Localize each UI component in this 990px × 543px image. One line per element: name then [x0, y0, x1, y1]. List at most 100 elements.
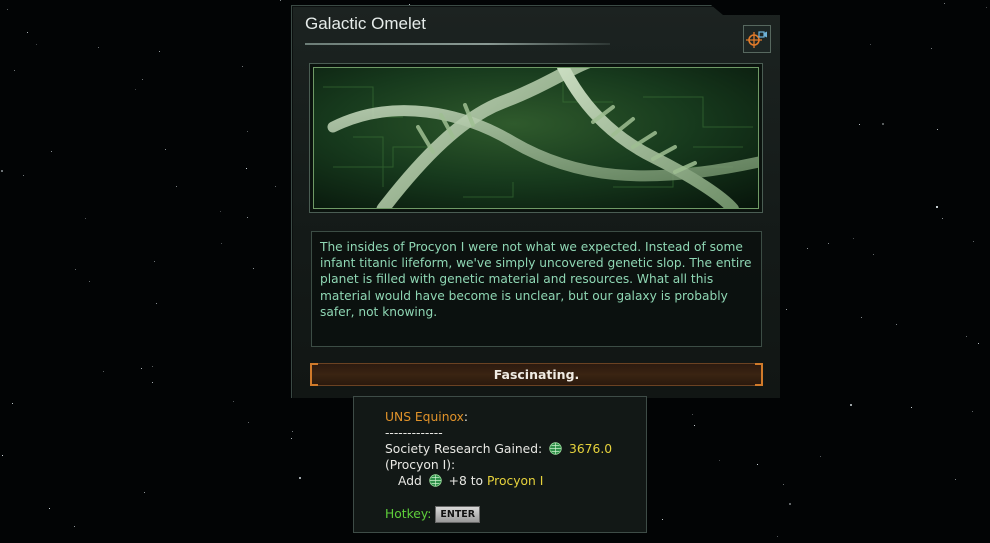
- star: [27, 32, 28, 33]
- dna-helix-picture: [313, 67, 759, 209]
- star: [98, 47, 99, 48]
- star: [757, 464, 758, 465]
- research-label: Society Research Gained:: [385, 442, 543, 456]
- star: [807, 248, 808, 249]
- star: [850, 404, 852, 406]
- camera-target-button[interactable]: [743, 25, 771, 53]
- star: [144, 492, 145, 493]
- star: [51, 151, 52, 152]
- star: [36, 44, 37, 45]
- star: [299, 477, 301, 479]
- star: [152, 366, 153, 367]
- star: [292, 431, 293, 432]
- star: [176, 186, 177, 187]
- star: [972, 411, 973, 412]
- event-title: Galactic Omelet: [305, 14, 426, 33]
- star: [242, 66, 243, 67]
- star: [159, 51, 160, 52]
- star: [247, 217, 248, 218]
- tooltip-add-line: Add +8 to Procyon I: [398, 474, 543, 488]
- star: [973, 241, 974, 242]
- star: [233, 401, 234, 402]
- society-research-icon: [549, 442, 562, 455]
- star: [978, 343, 979, 344]
- star: [936, 206, 938, 208]
- star: [103, 371, 104, 372]
- star: [911, 407, 912, 408]
- star: [220, 211, 221, 212]
- option-label: Fascinating.: [493, 367, 580, 382]
- star: [89, 281, 90, 282]
- star: [253, 268, 254, 269]
- star: [692, 414, 693, 415]
- tooltip-hotkey-line: Hotkey: ENTER: [385, 506, 481, 523]
- star: [662, 519, 663, 520]
- star: [966, 336, 967, 337]
- event-description-box: The insides of Procyon I were not what w…: [311, 231, 762, 347]
- star: [14, 70, 15, 71]
- star: [828, 243, 829, 244]
- star: [942, 218, 943, 219]
- star: [221, 243, 222, 244]
- star: [937, 129, 938, 130]
- tooltip-planet-ref: (Procyon I):: [385, 458, 456, 472]
- ship-colon: :: [463, 410, 469, 424]
- event-description: The insides of Procyon I were not what w…: [320, 240, 752, 319]
- star: [896, 324, 897, 325]
- star: [7, 9, 8, 10]
- hotkey-key: ENTER: [435, 506, 481, 523]
- star: [861, 317, 862, 318]
- add-label: Add: [398, 474, 422, 488]
- star: [280, 0, 281, 1]
- star: [986, 7, 987, 8]
- fascinating-option-button[interactable]: Fascinating.: [310, 363, 763, 386]
- event-window: Galactic Omelet The insides of Procyon I…: [291, 5, 780, 398]
- star: [409, 4, 410, 5]
- star: [248, 422, 249, 423]
- star: [777, 536, 778, 537]
- star: [1, 170, 3, 172]
- star: [75, 269, 76, 270]
- star: [156, 303, 157, 304]
- star: [820, 456, 821, 457]
- star: [719, 460, 720, 461]
- star: [882, 123, 884, 125]
- star: [870, 44, 871, 45]
- star: [12, 403, 13, 404]
- star: [786, 309, 787, 310]
- society-research-icon: [429, 474, 442, 487]
- star: [275, 186, 276, 187]
- event-picture-frame: [309, 63, 763, 213]
- star: [141, 368, 142, 369]
- star: [873, 254, 874, 255]
- star: [152, 382, 153, 383]
- star: [789, 503, 791, 505]
- add-value: +8 to: [448, 474, 484, 488]
- hotkey-label: Hotkey:: [385, 507, 432, 521]
- star: [859, 124, 860, 125]
- title-bar: Galactic Omelet: [305, 14, 610, 45]
- camera-target-icon: [746, 31, 767, 48]
- research-value: 3676.0: [569, 442, 613, 456]
- ship-name: UNS Equinox: [385, 410, 464, 424]
- title-underline: [305, 43, 610, 45]
- star: [49, 508, 50, 509]
- star: [85, 218, 86, 219]
- star: [955, 479, 956, 480]
- add-target: Procyon I: [486, 474, 544, 488]
- star: [291, 438, 292, 439]
- star: [247, 131, 248, 132]
- star: [783, 484, 784, 485]
- star: [23, 175, 24, 176]
- star: [154, 261, 155, 262]
- tooltip-separator: -------------: [385, 426, 443, 440]
- star: [74, 526, 75, 527]
- star: [142, 79, 143, 80]
- star: [931, 48, 932, 49]
- star: [165, 149, 166, 150]
- star: [135, 89, 136, 90]
- star: [246, 168, 247, 169]
- star: [853, 238, 854, 239]
- tooltip-research-line: Society Research Gained: 3676.0: [385, 442, 612, 456]
- option-tooltip: UNS Equinox: ------------- Society Resea…: [353, 396, 647, 533]
